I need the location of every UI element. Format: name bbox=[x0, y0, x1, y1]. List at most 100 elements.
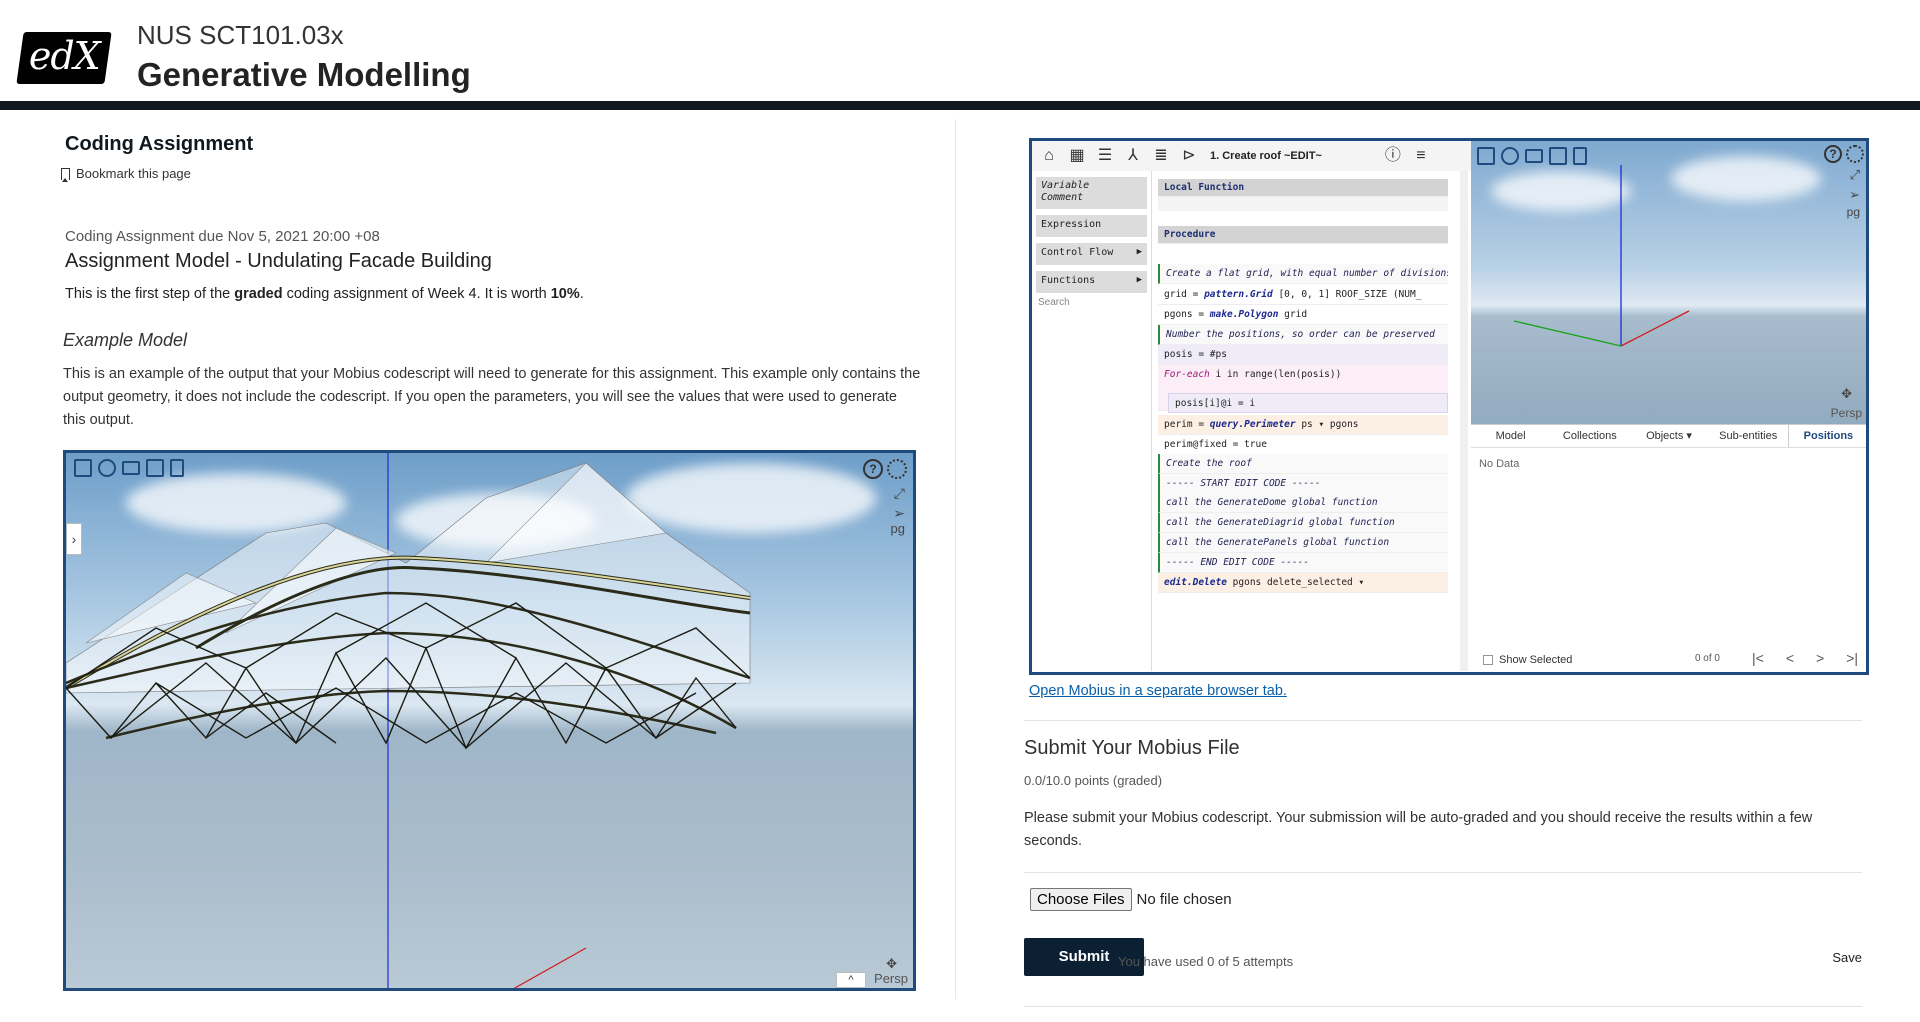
image-icon[interactable] bbox=[146, 459, 164, 477]
code-line-delete[interactable]: edit.Delete pgons delete_selected ▾ bbox=[1158, 573, 1448, 593]
flowchart-icon[interactable]: ⅄ bbox=[1124, 147, 1142, 165]
document-icon[interactable] bbox=[170, 459, 184, 477]
code-line-grid[interactable]: grid = pattern.Grid [0, 0, 1] ROOF_SIZE … bbox=[1158, 285, 1448, 305]
code-line-posis[interactable]: posis = #ps bbox=[1158, 345, 1448, 365]
sidebar-item-control-flow[interactable]: Control Flow ▶ bbox=[1036, 243, 1147, 265]
side-panel-toggle[interactable]: › bbox=[66, 523, 82, 555]
code-line-perim[interactable]: perim = query.Perimeter ps ▾ pgons bbox=[1158, 415, 1448, 435]
expand-icon[interactable]: ⤢ bbox=[894, 485, 905, 502]
attempts-counter: You have used 0 of 5 attempts bbox=[1118, 954, 1294, 969]
mobius-3d-viewer[interactable]: ? ⤢ ➢ pg ✥ Persp bbox=[1471, 141, 1866, 424]
tab-positions[interactable]: Positions bbox=[1787, 425, 1866, 447]
procedure-selector[interactable]: 1. Create roof ~EDIT~ bbox=[1210, 150, 1322, 162]
divider bbox=[1024, 1006, 1862, 1007]
mobius-editor[interactable]: ⌂ ▦ ☰ ⅄ ≣ ⊳ 1. Create roof ~EDIT~ ⓘ ≡ Va… bbox=[1029, 138, 1869, 675]
choose-files-button[interactable]: Choose Files bbox=[1030, 888, 1132, 911]
send-icon[interactable]: ➢ bbox=[893, 505, 905, 522]
attribute-tabs: Model Collections Objects ▾ Sub-entities… bbox=[1471, 424, 1866, 448]
local-function-header[interactable]: Local Function bbox=[1158, 179, 1448, 197]
code-scrollbar[interactable] bbox=[1460, 171, 1468, 671]
code-comment[interactable]: Create a flat grid, with equal number of… bbox=[1158, 264, 1448, 284]
grid-icon[interactable]: ▦ bbox=[1068, 147, 1086, 165]
help-icon[interactable]: ⓘ bbox=[1384, 147, 1402, 165]
left-column: Coding Assignment Bookmark this page Cod… bbox=[10, 119, 956, 999]
mobius-toolbar: ⌂ ▦ ☰ ⅄ ≣ ⊳ 1. Create roof ~EDIT~ ⓘ ≡ bbox=[1032, 141, 1471, 171]
zoom-fit-icon[interactable] bbox=[74, 459, 92, 477]
sidebar-item-variable[interactable]: Variable Comment bbox=[1036, 177, 1147, 209]
target-icon[interactable] bbox=[1501, 147, 1519, 165]
list-icon[interactable]: ≣ bbox=[1152, 147, 1170, 165]
menu-icon[interactable]: ≡ bbox=[1412, 147, 1430, 165]
code-editor[interactable]: Local Function Procedure Create a flat g… bbox=[1158, 171, 1456, 671]
help-icon[interactable]: ? bbox=[1824, 145, 1842, 163]
sidebar-item-functions[interactable]: Functions ▶ bbox=[1036, 271, 1147, 293]
send-icon[interactable]: ➢ bbox=[1849, 187, 1860, 203]
code-line-pgons[interactable]: pgons = make.Polygon grid bbox=[1158, 305, 1448, 325]
tab-sub-entities[interactable]: Sub-entities bbox=[1709, 425, 1788, 447]
target-icon[interactable] bbox=[98, 459, 116, 477]
collapse-button[interactable]: ^ bbox=[836, 972, 866, 988]
divider bbox=[1024, 872, 1862, 873]
code-comment[interactable]: call the GenerateDome global function bbox=[1158, 493, 1448, 513]
page-title: Coding Assignment bbox=[65, 133, 254, 155]
code-comment[interactable]: call the GenerateDiagrid global function bbox=[1158, 513, 1448, 533]
settings-icon[interactable] bbox=[1846, 145, 1864, 163]
zoom-fit-icon[interactable] bbox=[1477, 147, 1495, 165]
expand-arrow-icon: ▶ bbox=[1136, 275, 1142, 285]
local-function-body bbox=[1158, 197, 1448, 211]
example-model-viewer[interactable]: ? ⤢ ➢ pg › Persp ✥ ^ bbox=[63, 450, 916, 991]
course-code: NUS SCT101.03x bbox=[137, 20, 344, 50]
document-icon[interactable] bbox=[1573, 147, 1587, 165]
first-page-icon[interactable]: |< bbox=[1752, 650, 1764, 666]
no-file-label: No file chosen bbox=[1136, 891, 1232, 908]
code-comment[interactable]: ----- START EDIT CODE ----- bbox=[1158, 474, 1448, 494]
help-icon[interactable]: ? bbox=[863, 459, 883, 479]
perspective-toggle[interactable]: Persp bbox=[1831, 406, 1862, 420]
tab-objects[interactable]: Objects ▾ bbox=[1629, 425, 1708, 447]
settings-icon[interactable] bbox=[887, 459, 907, 479]
prev-page-icon[interactable]: < bbox=[1786, 650, 1794, 666]
map-icon[interactable] bbox=[1525, 149, 1543, 163]
move-icon[interactable]: ✥ bbox=[886, 956, 897, 972]
sidebar-item-expression[interactable]: Expression bbox=[1036, 215, 1147, 237]
move-icon[interactable]: ✥ bbox=[1841, 386, 1852, 402]
roof-panels bbox=[66, 462, 751, 694]
perspective-toggle[interactable]: Persp bbox=[874, 971, 908, 986]
map-icon[interactable] bbox=[122, 461, 140, 475]
expand-icon[interactable]: ⤢ bbox=[1850, 167, 1860, 183]
bookmark-button[interactable]: Bookmark this page bbox=[61, 166, 191, 182]
submit-heading: Submit Your Mobius File bbox=[1024, 737, 1240, 759]
play-icon[interactable]: ⊳ bbox=[1180, 147, 1198, 165]
show-selected-toggle[interactable]: Show Selected bbox=[1483, 654, 1572, 666]
bookmark-icon bbox=[61, 167, 70, 182]
code-comment[interactable]: Create the roof bbox=[1158, 454, 1448, 474]
last-page-icon[interactable]: >| bbox=[1846, 650, 1858, 666]
points-status: 0.0/10.0 points (graded) bbox=[1024, 773, 1163, 788]
next-page-icon[interactable]: > bbox=[1816, 650, 1824, 666]
code-comment[interactable]: Number the positions, so order can be pr… bbox=[1158, 325, 1448, 345]
image-icon[interactable] bbox=[1549, 147, 1567, 165]
home-icon[interactable]: ⌂ bbox=[1040, 147, 1058, 165]
procedure-header[interactable]: Procedure bbox=[1158, 226, 1448, 244]
open-mobius-link[interactable]: Open Mobius in a separate browser tab. bbox=[1029, 683, 1287, 699]
show-selected-checkbox[interactable] bbox=[1483, 655, 1493, 665]
code-comment[interactable]: call the GeneratePanels global function bbox=[1158, 533, 1448, 553]
edx-logo[interactable]: edX bbox=[16, 32, 112, 84]
code-comment[interactable]: ----- END EDIT CODE ----- bbox=[1158, 553, 1448, 573]
tab-model[interactable]: Model bbox=[1471, 425, 1550, 447]
sliders-icon[interactable]: ☰ bbox=[1096, 147, 1114, 165]
due-date: Coding Assignment due Nov 5, 2021 20:00 … bbox=[65, 228, 380, 245]
file-upload-input[interactable]: Choose Files No file chosen bbox=[1030, 888, 1232, 911]
intro-text: This is the first step of the graded cod… bbox=[65, 286, 584, 302]
submit-instructions: Please submit your Mobius codescript. Yo… bbox=[1024, 810, 1813, 849]
attribute-table: No Data Show Selected 0 of 0 |< < > >| bbox=[1471, 448, 1866, 672]
example-heading: Example Model bbox=[63, 330, 188, 350]
tab-collections[interactable]: Collections bbox=[1550, 425, 1629, 447]
save-button[interactable]: Save bbox=[1832, 950, 1862, 965]
page-count: 0 of 0 bbox=[1694, 652, 1720, 664]
example-text: This is an example of the output that yo… bbox=[63, 366, 921, 428]
code-line-perim-fixed[interactable]: perim@fixed = true bbox=[1158, 435, 1448, 455]
roof-beam bbox=[105, 689, 717, 740]
code-line-posis-i[interactable]: posis[i]@i = i bbox=[1168, 393, 1448, 413]
function-search-input[interactable]: Search bbox=[1038, 297, 1145, 308]
